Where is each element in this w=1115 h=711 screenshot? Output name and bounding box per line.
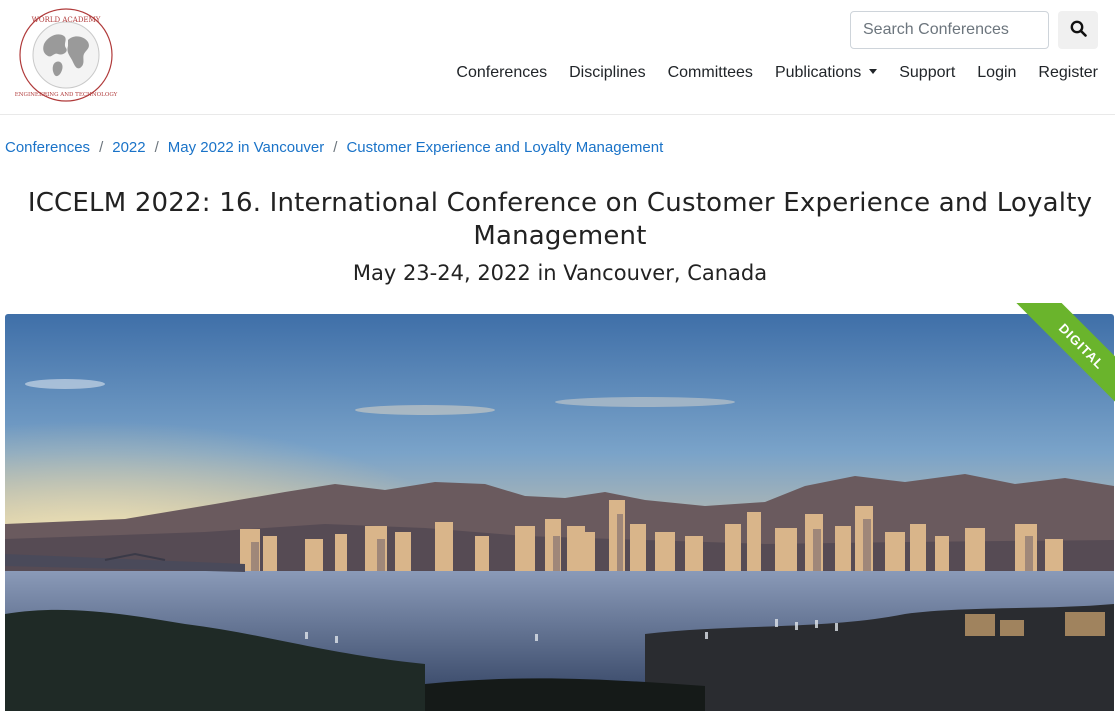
main-nav: Conferences Disciplines Committees Publi…: [434, 64, 1098, 82]
breadcrumb-separator: /: [333, 139, 338, 156]
breadcrumb-month-city[interactable]: May 2022 in Vancouver: [168, 139, 324, 156]
nav-conferences[interactable]: Conferences: [456, 64, 547, 82]
svg-text:ENGINEERING AND TECHNOLOGY: ENGINEERING AND TECHNOLOGY: [15, 92, 118, 98]
page-title: ICCELM 2022: 16. International Conferenc…: [27, 188, 1093, 251]
waset-logo[interactable]: WORLD ACADEMY ENGINEERING AND TECHNOLOGY: [14, 6, 118, 104]
breadcrumb-separator: /: [99, 139, 104, 156]
nav-register[interactable]: Register: [1038, 64, 1098, 82]
breadcrumb-topic[interactable]: Customer Experience and Loyalty Manageme…: [346, 139, 663, 156]
breadcrumb-separator: /: [154, 139, 159, 156]
search-button[interactable]: [1058, 11, 1098, 49]
nav-support[interactable]: Support: [899, 64, 955, 82]
svg-text:WORLD ACADEMY: WORLD ACADEMY: [32, 16, 101, 24]
conference-date-location: May 23-24, 2022 in Vancouver, Canada: [352, 261, 768, 285]
nav-committees[interactable]: Committees: [668, 64, 753, 82]
nav-publications-label: Publications: [774, 64, 862, 81]
ribbon-label: DIGITAL: [1014, 303, 1115, 414]
nav-publications[interactable]: Publications: [774, 64, 878, 82]
hero-city-image: [5, 314, 1114, 711]
nav-disciplines[interactable]: Disciplines: [569, 64, 645, 82]
site-header: WORLD ACADEMY ENGINEERING AND TECHNOLOGY…: [0, 0, 1115, 115]
breadcrumb-conferences[interactable]: Conferences: [5, 139, 90, 156]
breadcrumb-year[interactable]: 2022: [112, 139, 145, 156]
digital-ribbon: DIGITAL: [1000, 303, 1115, 418]
nav-login[interactable]: Login: [977, 64, 1016, 82]
search-input[interactable]: [850, 11, 1049, 49]
search-icon: [1070, 20, 1087, 40]
caret-down-icon: [869, 68, 878, 74]
breadcrumb: Conferences / 2022 / May 2022 in Vancouv…: [5, 139, 663, 156]
search-form: [850, 11, 1098, 49]
